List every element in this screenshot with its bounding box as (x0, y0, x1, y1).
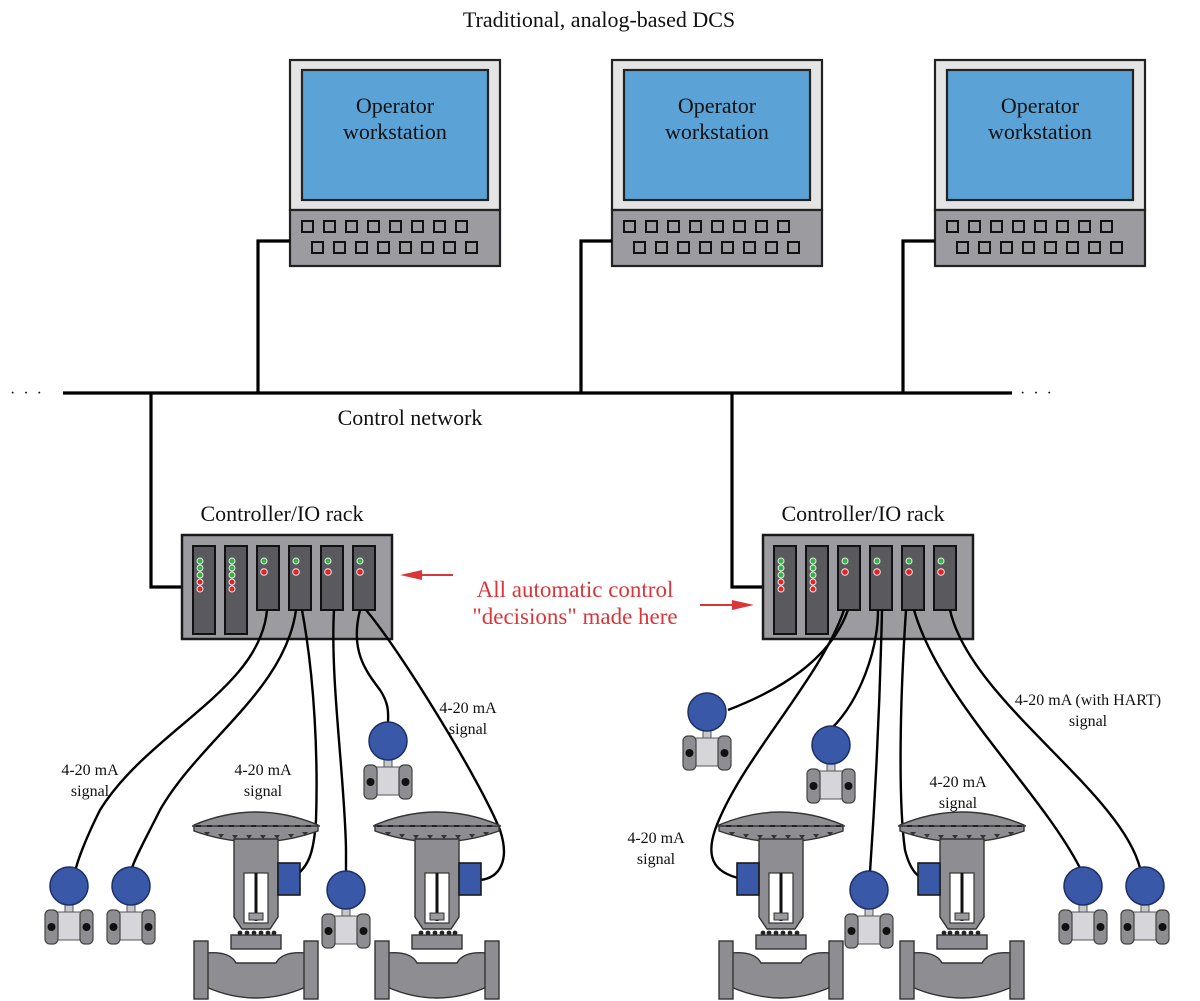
signal-label-line1: 4-20 mA (627, 830, 685, 847)
workstation-icon (933, 58, 1147, 268)
control-valve-icon (897, 811, 1027, 1000)
workstation-label-line1: Operator (356, 93, 435, 118)
signal-wire (899, 609, 932, 882)
signal-label-line1: 4-20 mA (with HART) (1015, 692, 1161, 709)
signal-wire (868, 609, 884, 873)
rack-label: Controller/IO rack (781, 501, 944, 526)
arrow-left-icon (400, 570, 422, 580)
pressure-transmitter-icon (806, 725, 856, 804)
signal-label-line2: signal (244, 783, 283, 800)
pressure-transmitter-icon (844, 870, 894, 949)
rack-label: Controller/IO rack (200, 501, 363, 526)
rack-icon (761, 533, 975, 641)
pressure-transmitter-icon (106, 866, 156, 945)
annotation-line1: All automatic control (477, 577, 674, 602)
pressure-transmitter-icon (363, 721, 413, 800)
pressure-transmitter-icon (1120, 866, 1170, 945)
network-drop-workstation-1 (256, 239, 290, 393)
signal-label-line1: 4-20 mA (234, 762, 292, 779)
pressure-transmitter-icon (44, 866, 94, 945)
network-label: Control network (338, 405, 483, 430)
signal-labels: 4-20 mA signal 4-20 mA signal 4-20 mA si… (61, 692, 1161, 868)
operator-workstation-3: Operator workstation (933, 58, 1147, 268)
signal-label-line2: signal (637, 851, 676, 868)
signal-label-line2: signal (939, 795, 978, 812)
controller-io-rack-1: Controller/IO rack (180, 501, 394, 641)
rack-icon (180, 533, 394, 641)
signal-wire (332, 609, 348, 872)
decisions-annotation: All automatic control "decisions" made h… (400, 570, 754, 629)
signal-wire (287, 609, 318, 882)
signal-label-line1: 4-20 mA (61, 762, 119, 779)
control-valve-icon (191, 811, 321, 1000)
arrow-right-icon (732, 600, 754, 610)
network-drop-workstation-3 (901, 239, 935, 393)
signal-label-line2: signal (449, 721, 488, 738)
pressure-transmitter-icon (321, 870, 371, 949)
dcs-diagram: Traditional, analog-based DCS Operator w… (10, 7, 1170, 1000)
pressure-transmitter-icon (1058, 866, 1108, 945)
operator-workstation-2: Operator workstation (610, 58, 824, 268)
annotation-line2: "decisions" made here (472, 604, 677, 629)
diagram-title: Traditional, analog-based DCS (463, 7, 735, 32)
workstation-icon (288, 58, 502, 268)
field-devices-right (682, 692, 1170, 1000)
controller-io-rack-2: Controller/IO rack (761, 501, 975, 641)
workstation-label-line2: workstation (665, 119, 769, 144)
network-drop-rack-2 (730, 393, 763, 589)
network-ellipsis-left: · · · (10, 385, 44, 402)
control-valve-icon (716, 811, 846, 1000)
signal-label-line2: signal (1069, 713, 1108, 730)
pressure-transmitter-icon (682, 692, 732, 771)
control-valve-icon (372, 811, 502, 1000)
workstation-label-line1: Operator (678, 93, 757, 118)
operator-workstation-1: Operator workstation (288, 58, 502, 268)
workstation-label-line2: workstation (988, 119, 1092, 144)
workstation-label-line1: Operator (1001, 93, 1080, 118)
workstation-icon (610, 58, 824, 268)
signal-label-line1: 4-20 mA (929, 774, 987, 791)
workstation-label-line2: workstation (343, 119, 447, 144)
signal-label-line2: signal (71, 783, 110, 800)
signal-label-line1: 4-20 mA (439, 700, 497, 717)
network-drop-workstation-2 (579, 239, 612, 393)
network-ellipsis-right: · · · (1020, 385, 1054, 402)
network-drop-rack-1 (149, 393, 182, 589)
